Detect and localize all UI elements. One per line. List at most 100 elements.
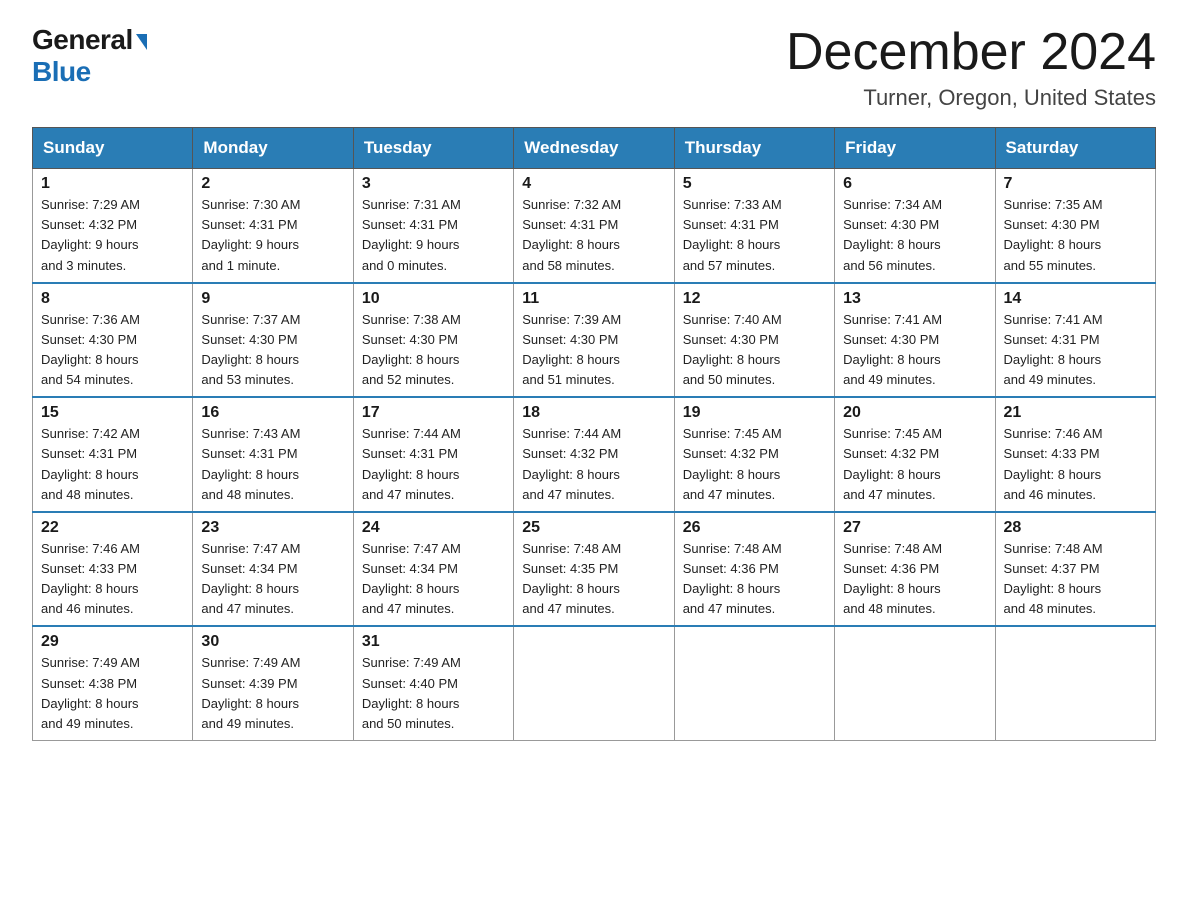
day-number: 18 bbox=[522, 404, 665, 422]
day-number: 9 bbox=[201, 290, 344, 308]
day-info: Sunrise: 7:44 AMSunset: 4:31 PMDaylight:… bbox=[362, 426, 461, 501]
day-number: 17 bbox=[362, 404, 505, 422]
day-number: 26 bbox=[683, 519, 826, 537]
calendar-cell: 17 Sunrise: 7:44 AMSunset: 4:31 PMDaylig… bbox=[353, 397, 513, 512]
logo-triangle-icon bbox=[136, 34, 147, 50]
day-info: Sunrise: 7:29 AMSunset: 4:32 PMDaylight:… bbox=[41, 197, 140, 272]
day-info: Sunrise: 7:47 AMSunset: 4:34 PMDaylight:… bbox=[362, 541, 461, 616]
logo: General Blue bbox=[32, 24, 147, 88]
day-of-week-header: Wednesday bbox=[514, 128, 674, 169]
calendar-cell: 28 Sunrise: 7:48 AMSunset: 4:37 PMDaylig… bbox=[995, 512, 1155, 627]
day-info: Sunrise: 7:34 AMSunset: 4:30 PMDaylight:… bbox=[843, 197, 942, 272]
day-number: 21 bbox=[1004, 404, 1147, 422]
day-of-week-header: Sunday bbox=[33, 128, 193, 169]
calendar-cell: 2 Sunrise: 7:30 AMSunset: 4:31 PMDayligh… bbox=[193, 169, 353, 283]
day-number: 14 bbox=[1004, 290, 1147, 308]
calendar-cell bbox=[995, 626, 1155, 740]
calendar-cell: 12 Sunrise: 7:40 AMSunset: 4:30 PMDaylig… bbox=[674, 283, 834, 398]
day-number: 5 bbox=[683, 175, 826, 193]
day-info: Sunrise: 7:48 AMSunset: 4:35 PMDaylight:… bbox=[522, 541, 621, 616]
day-info: Sunrise: 7:47 AMSunset: 4:34 PMDaylight:… bbox=[201, 541, 300, 616]
day-info: Sunrise: 7:48 AMSunset: 4:37 PMDaylight:… bbox=[1004, 541, 1103, 616]
day-info: Sunrise: 7:49 AMSunset: 4:38 PMDaylight:… bbox=[41, 655, 140, 730]
calendar-cell: 16 Sunrise: 7:43 AMSunset: 4:31 PMDaylig… bbox=[193, 397, 353, 512]
day-of-week-header: Friday bbox=[835, 128, 995, 169]
calendar-cell: 29 Sunrise: 7:49 AMSunset: 4:38 PMDaylig… bbox=[33, 626, 193, 740]
day-number: 7 bbox=[1004, 175, 1147, 193]
calendar-cell: 1 Sunrise: 7:29 AMSunset: 4:32 PMDayligh… bbox=[33, 169, 193, 283]
calendar-cell: 5 Sunrise: 7:33 AMSunset: 4:31 PMDayligh… bbox=[674, 169, 834, 283]
day-info: Sunrise: 7:40 AMSunset: 4:30 PMDaylight:… bbox=[683, 312, 782, 387]
day-number: 25 bbox=[522, 519, 665, 537]
day-number: 22 bbox=[41, 519, 184, 537]
day-info: Sunrise: 7:39 AMSunset: 4:30 PMDaylight:… bbox=[522, 312, 621, 387]
calendar-cell: 10 Sunrise: 7:38 AMSunset: 4:30 PMDaylig… bbox=[353, 283, 513, 398]
day-number: 24 bbox=[362, 519, 505, 537]
day-number: 2 bbox=[201, 175, 344, 193]
day-number: 30 bbox=[201, 633, 344, 651]
day-number: 19 bbox=[683, 404, 826, 422]
calendar-cell: 9 Sunrise: 7:37 AMSunset: 4:30 PMDayligh… bbox=[193, 283, 353, 398]
calendar-cell: 6 Sunrise: 7:34 AMSunset: 4:30 PMDayligh… bbox=[835, 169, 995, 283]
logo-blue-text: Blue bbox=[32, 56, 91, 87]
day-info: Sunrise: 7:35 AMSunset: 4:30 PMDaylight:… bbox=[1004, 197, 1103, 272]
day-number: 20 bbox=[843, 404, 986, 422]
calendar-cell: 15 Sunrise: 7:42 AMSunset: 4:31 PMDaylig… bbox=[33, 397, 193, 512]
day-of-week-header: Tuesday bbox=[353, 128, 513, 169]
day-number: 11 bbox=[522, 290, 665, 308]
calendar-cell: 31 Sunrise: 7:49 AMSunset: 4:40 PMDaylig… bbox=[353, 626, 513, 740]
calendar-table: SundayMondayTuesdayWednesdayThursdayFrid… bbox=[32, 127, 1156, 741]
day-number: 28 bbox=[1004, 519, 1147, 537]
calendar-cell: 21 Sunrise: 7:46 AMSunset: 4:33 PMDaylig… bbox=[995, 397, 1155, 512]
day-info: Sunrise: 7:38 AMSunset: 4:30 PMDaylight:… bbox=[362, 312, 461, 387]
calendar-cell: 14 Sunrise: 7:41 AMSunset: 4:31 PMDaylig… bbox=[995, 283, 1155, 398]
calendar-cell: 20 Sunrise: 7:45 AMSunset: 4:32 PMDaylig… bbox=[835, 397, 995, 512]
logo-general-text: General bbox=[32, 24, 133, 56]
calendar-cell: 30 Sunrise: 7:49 AMSunset: 4:39 PMDaylig… bbox=[193, 626, 353, 740]
day-info: Sunrise: 7:44 AMSunset: 4:32 PMDaylight:… bbox=[522, 426, 621, 501]
day-of-week-header: Monday bbox=[193, 128, 353, 169]
calendar-cell: 25 Sunrise: 7:48 AMSunset: 4:35 PMDaylig… bbox=[514, 512, 674, 627]
day-number: 8 bbox=[41, 290, 184, 308]
location-title: Turner, Oregon, United States bbox=[786, 85, 1156, 111]
day-number: 10 bbox=[362, 290, 505, 308]
calendar-cell: 7 Sunrise: 7:35 AMSunset: 4:30 PMDayligh… bbox=[995, 169, 1155, 283]
calendar-cell: 26 Sunrise: 7:48 AMSunset: 4:36 PMDaylig… bbox=[674, 512, 834, 627]
day-of-week-header: Thursday bbox=[674, 128, 834, 169]
calendar-cell: 13 Sunrise: 7:41 AMSunset: 4:30 PMDaylig… bbox=[835, 283, 995, 398]
page-header: General Blue December 2024 Turner, Orego… bbox=[32, 24, 1156, 111]
calendar-cell: 22 Sunrise: 7:46 AMSunset: 4:33 PMDaylig… bbox=[33, 512, 193, 627]
day-of-week-header: Saturday bbox=[995, 128, 1155, 169]
day-info: Sunrise: 7:48 AMSunset: 4:36 PMDaylight:… bbox=[683, 541, 782, 616]
calendar-cell: 24 Sunrise: 7:47 AMSunset: 4:34 PMDaylig… bbox=[353, 512, 513, 627]
calendar-cell: 19 Sunrise: 7:45 AMSunset: 4:32 PMDaylig… bbox=[674, 397, 834, 512]
day-info: Sunrise: 7:49 AMSunset: 4:39 PMDaylight:… bbox=[201, 655, 300, 730]
day-number: 23 bbox=[201, 519, 344, 537]
day-info: Sunrise: 7:32 AMSunset: 4:31 PMDaylight:… bbox=[522, 197, 621, 272]
day-number: 16 bbox=[201, 404, 344, 422]
calendar-cell: 11 Sunrise: 7:39 AMSunset: 4:30 PMDaylig… bbox=[514, 283, 674, 398]
calendar-cell: 4 Sunrise: 7:32 AMSunset: 4:31 PMDayligh… bbox=[514, 169, 674, 283]
day-info: Sunrise: 7:48 AMSunset: 4:36 PMDaylight:… bbox=[843, 541, 942, 616]
day-number: 29 bbox=[41, 633, 184, 651]
calendar-cell: 3 Sunrise: 7:31 AMSunset: 4:31 PMDayligh… bbox=[353, 169, 513, 283]
week-row: 8 Sunrise: 7:36 AMSunset: 4:30 PMDayligh… bbox=[33, 283, 1156, 398]
day-info: Sunrise: 7:42 AMSunset: 4:31 PMDaylight:… bbox=[41, 426, 140, 501]
day-number: 15 bbox=[41, 404, 184, 422]
day-number: 27 bbox=[843, 519, 986, 537]
day-info: Sunrise: 7:46 AMSunset: 4:33 PMDaylight:… bbox=[41, 541, 140, 616]
day-info: Sunrise: 7:30 AMSunset: 4:31 PMDaylight:… bbox=[201, 197, 300, 272]
calendar-cell bbox=[835, 626, 995, 740]
month-title: December 2024 bbox=[786, 24, 1156, 81]
day-info: Sunrise: 7:43 AMSunset: 4:31 PMDaylight:… bbox=[201, 426, 300, 501]
week-row: 29 Sunrise: 7:49 AMSunset: 4:38 PMDaylig… bbox=[33, 626, 1156, 740]
calendar-cell: 23 Sunrise: 7:47 AMSunset: 4:34 PMDaylig… bbox=[193, 512, 353, 627]
week-row: 22 Sunrise: 7:46 AMSunset: 4:33 PMDaylig… bbox=[33, 512, 1156, 627]
day-info: Sunrise: 7:45 AMSunset: 4:32 PMDaylight:… bbox=[683, 426, 782, 501]
week-row: 1 Sunrise: 7:29 AMSunset: 4:32 PMDayligh… bbox=[33, 169, 1156, 283]
calendar-header-row: SundayMondayTuesdayWednesdayThursdayFrid… bbox=[33, 128, 1156, 169]
day-info: Sunrise: 7:49 AMSunset: 4:40 PMDaylight:… bbox=[362, 655, 461, 730]
day-info: Sunrise: 7:37 AMSunset: 4:30 PMDaylight:… bbox=[201, 312, 300, 387]
title-block: December 2024 Turner, Oregon, United Sta… bbox=[786, 24, 1156, 111]
day-info: Sunrise: 7:33 AMSunset: 4:31 PMDaylight:… bbox=[683, 197, 782, 272]
